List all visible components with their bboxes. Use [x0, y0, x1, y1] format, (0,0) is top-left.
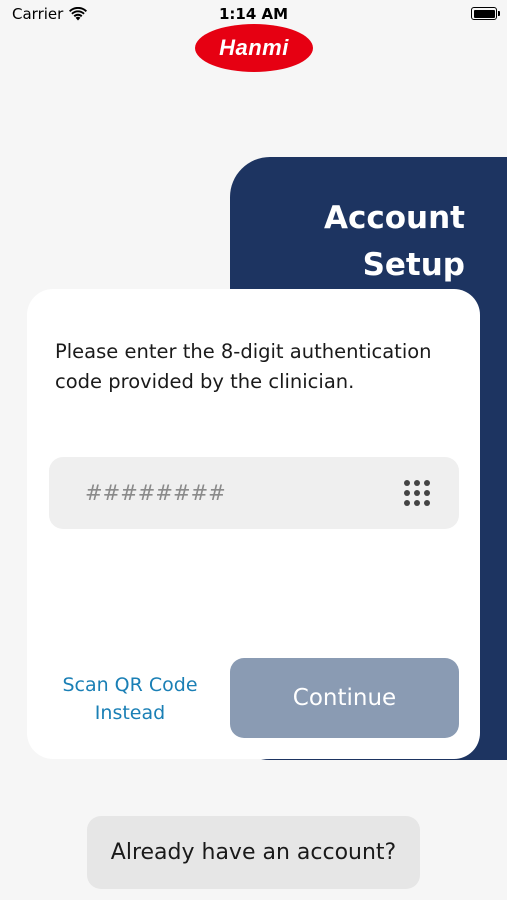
status-time: 1:14 AM: [218, 5, 289, 23]
scan-qr-code-link[interactable]: Scan QR Code Instead: [57, 671, 203, 727]
battery-level: [473, 9, 495, 18]
keypad-icon[interactable]: [403, 479, 431, 507]
continue-button[interactable]: Continue: [230, 658, 459, 738]
auth-code-input[interactable]: [85, 457, 385, 529]
already-have-account-button[interactable]: Already have an account?: [87, 816, 420, 889]
scan-link-line1[interactable]: Scan QR Code: [57, 671, 203, 699]
scan-link-line2[interactable]: Instead: [57, 699, 203, 727]
auth-code-card: Please enter the 8-digit authentication …: [27, 289, 480, 759]
auth-code-field[interactable]: [49, 457, 459, 529]
page-title-line2: Setup: [362, 247, 465, 283]
instructions-text: Please enter the 8-digit authentication …: [55, 340, 432, 393]
battery-icon: [471, 7, 500, 20]
page-title-line1: Account: [324, 200, 465, 236]
page-title: Account Setup: [324, 195, 465, 289]
hanmi-logo: Hanmi: [195, 24, 313, 72]
